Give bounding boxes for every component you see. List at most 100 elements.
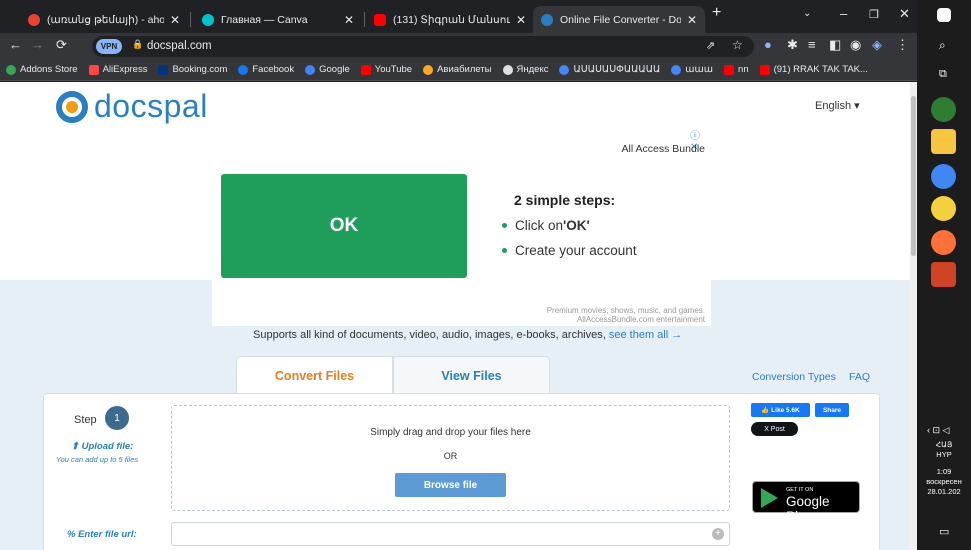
bookmark-label: nn — [738, 64, 749, 75]
ad-footer-line: AllAccessBundle.com entertainment — [576, 315, 705, 324]
docspal-logo[interactable]: docspal — [56, 88, 208, 125]
bookmark-item[interactable]: Facebook — [238, 64, 294, 75]
menu-icon[interactable]: ⋮ — [896, 37, 909, 53]
docspal-logo-icon — [56, 90, 88, 123]
globe-icon — [502, 64, 513, 75]
conversion-types-link[interactable]: Conversion Types — [752, 371, 836, 383]
bookmark-item[interactable]: YouTube — [360, 64, 413, 75]
tray-icons[interactable]: ‹ ⊡ ◁ — [927, 425, 949, 436]
bookmark-label: Addons Store — [20, 64, 78, 75]
side-panel-icon[interactable]: ◧ — [829, 37, 841, 53]
search-icon[interactable]: ⌕ — [939, 38, 946, 53]
google-play-badge[interactable]: GET IT ON Google Play — [752, 481, 860, 524]
file-explorer-icon[interactable] — [931, 129, 956, 154]
close-icon[interactable]: ✕ — [170, 13, 180, 27]
bookmark-item[interactable]: AliExpress — [88, 64, 147, 75]
faq-link[interactable]: FAQ — [849, 371, 870, 383]
addons-icon — [6, 64, 16, 75]
ad-steps: 2 simple steps: Click on 'OK' Create you… — [502, 192, 637, 268]
advertisement[interactable]: ⓘ ✕ All Access Bundle OK 2 simple steps:… — [212, 122, 711, 326]
lock-icon[interactable]: 🔒 — [132, 39, 143, 50]
tab-search-icon[interactable]: ⌄ — [803, 8, 811, 19]
scrollbar-thumb[interactable] — [911, 96, 916, 256]
forward-icon[interactable]: → — [31, 37, 44, 52]
bookmark-item[interactable]: Google — [305, 64, 350, 75]
extensions-puzzle-icon[interactable]: ✱ — [787, 37, 798, 53]
bookmark-label: YouTube — [374, 64, 413, 75]
tab-view-files[interactable]: View Files — [393, 356, 550, 394]
bookmark-item[interactable]: աաա — [671, 64, 713, 75]
close-icon[interactable]: ✕ — [687, 13, 697, 27]
tab-label: Convert Files — [274, 368, 355, 383]
turtle-app-icon[interactable] — [931, 97, 956, 122]
globe-icon — [671, 64, 682, 75]
ad-footer: Premium movies, shows, music, and games.… — [547, 306, 705, 324]
youtube-icon — [724, 64, 735, 75]
tab-title: (առանց թեմայի) - ahovhannis — [47, 13, 164, 26]
ad-step-text: Click on — [515, 218, 564, 233]
task-view-icon[interactable]: ⧉ — [939, 68, 947, 81]
facebook-icon — [238, 64, 249, 75]
vpn-badge[interactable]: VPN — [96, 39, 122, 54]
new-tab-button[interactable]: + — [712, 4, 721, 22]
window-close-icon[interactable]: ✕ — [899, 6, 910, 22]
language-selector[interactable]: English ▾ — [815, 99, 860, 112]
browse-file-button[interactable]: Browse file — [395, 473, 506, 497]
notification-icon[interactable]: ▭ — [939, 525, 949, 538]
google-play-icon — [761, 488, 778, 508]
restore-icon[interactable]: ❐ — [869, 8, 879, 21]
character-app-icon[interactable] — [931, 196, 956, 221]
reload-icon[interactable]: ⟳ — [56, 37, 67, 53]
reading-list-icon[interactable]: ≡ — [808, 37, 816, 52]
bookmark-item[interactable]: Addons Store — [6, 64, 78, 75]
tab-convert-files[interactable]: Convert Files — [236, 356, 393, 394]
ad-ok-button[interactable]: OK — [221, 174, 467, 278]
windows-start-icon[interactable] — [937, 8, 951, 22]
tab-canva[interactable]: Главная — Canva ✕ — [194, 6, 362, 33]
tab-youtube[interactable]: (131) Տիգրան Մանսուրյան ✕ — [366, 6, 534, 33]
tab-title: Online File Converter - DocsPal — [560, 13, 681, 26]
bookmark-item[interactable]: nn — [724, 64, 749, 75]
globe-icon — [559, 64, 570, 75]
extension-icon[interactable]: ● — [764, 37, 772, 52]
input-language: ՀԱՅ — [935, 440, 953, 449]
chrome-icon[interactable] — [931, 164, 956, 189]
share-icon[interactable]: ⇗ — [706, 39, 715, 52]
clock-date: 28.01.202 — [927, 487, 961, 496]
minimize-icon[interactable]: – — [840, 6, 847, 21]
bookmark-star-icon[interactable]: ☆ — [732, 38, 743, 52]
step-number-badge: 1 — [105, 406, 129, 430]
tab-strip: (առանց թեմայի) - ahovhannis ✕ Главная — … — [0, 0, 917, 33]
tray-text[interactable]: ՀԱՅ HYP 1:09 воскресен 28.01.202 — [917, 440, 971, 497]
upload-panel: Step 1 ⬆ Upload file: You can add up to … — [43, 393, 880, 550]
facebook-share-button[interactable]: Share — [815, 403, 849, 417]
bookmark-item[interactable]: ԱՍԱՍԱՍՓԱԱԱԱԱ — [559, 64, 660, 75]
tab-gmail[interactable]: (առանց թեմայի) - ahovhannis ✕ — [20, 6, 188, 33]
supports-label: Supports all kind of documents, video, a… — [253, 329, 609, 341]
vpn-shield-icon[interactable]: ◈ — [872, 37, 882, 53]
booking-icon — [158, 64, 169, 75]
url-text[interactable]: docspal.com — [147, 40, 212, 52]
file-drop-zone[interactable]: Simply drag and drop your files here OR … — [171, 405, 730, 511]
x-post-button[interactable]: X Post — [751, 422, 798, 436]
file-url-input[interactable]: + — [171, 522, 730, 546]
windows-taskbar: ⌕ ⧉ ‹ ⊡ ◁ ՀԱՅ HYP 1:09 воскресен 28.01.2… — [917, 0, 971, 550]
close-icon[interactable]: ✕ — [516, 13, 526, 27]
browser-app-icon[interactable] — [931, 230, 956, 255]
add-url-icon[interactable]: + — [712, 528, 724, 540]
page-scrollbar[interactable] — [910, 82, 917, 550]
bookmark-item[interactable]: (91) RRAK TAK TAK... — [759, 64, 868, 75]
bookmark-item[interactable]: Booking.com — [158, 64, 227, 75]
bookmark-item[interactable]: Яндекс — [502, 64, 548, 75]
close-icon[interactable]: ✕ — [344, 13, 354, 27]
tab-docspal[interactable]: Online File Converter - DocsPal ✕ — [533, 6, 705, 33]
powerpoint-icon[interactable] — [931, 262, 956, 287]
address-bar[interactable]: VPN 🔒 docspal.com ⇗ ☆ — [92, 36, 754, 57]
youtube-icon — [360, 64, 371, 75]
bookmark-item[interactable]: Авиабилеты — [423, 64, 492, 75]
back-icon[interactable]: ← — [9, 37, 22, 52]
tab-title: (131) Տիգրան Մանսուրյան — [393, 13, 510, 26]
profile-avatar-icon[interactable]: ◉ — [850, 37, 861, 53]
see-all-link[interactable]: see them all → — [609, 329, 682, 341]
facebook-like-button[interactable]: 👍 Like 5.6K — [751, 403, 810, 417]
